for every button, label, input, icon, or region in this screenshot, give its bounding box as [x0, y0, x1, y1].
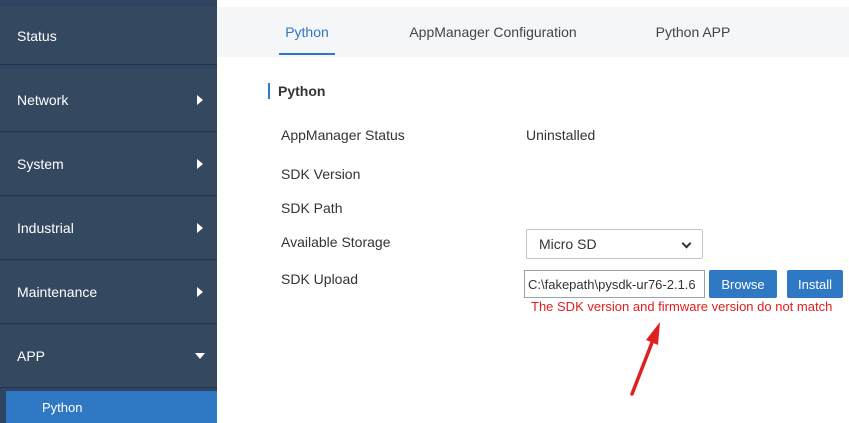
tab-appmanager-configuration[interactable]: AppManager Configuration	[403, 7, 583, 57]
sidebar-item-label: Status	[17, 27, 57, 44]
sidebar-subitem-label: Python	[42, 399, 83, 415]
sidebar-item-label: Network	[17, 92, 69, 108]
sidebar-item-label: Industrial	[17, 220, 74, 236]
sidebar-item-label: System	[17, 156, 64, 172]
sidebar-subitem-python[interactable]: Python	[6, 391, 217, 423]
appmanager-status-value: Uninstalled	[526, 127, 596, 143]
chevron-right-icon	[197, 95, 203, 105]
chevron-down-icon	[195, 353, 205, 359]
annotation-arrow-icon	[630, 322, 660, 396]
sidebar-item-status[interactable]: Status	[0, 7, 217, 65]
sdk-upload-label: SDK Upload	[281, 271, 359, 287]
sidebar-item-system[interactable]: System	[0, 133, 217, 196]
available-storage-label: Available Storage	[281, 234, 391, 250]
chevron-right-icon	[197, 223, 203, 233]
sidebar-item-network[interactable]: Network	[0, 69, 217, 132]
section-title: Python	[278, 83, 326, 99]
tab-bar: Python AppManager Configuration Python A…	[217, 7, 849, 57]
sidebar: Status Network System Industrial Mainten…	[0, 0, 217, 423]
chevron-right-icon	[197, 287, 203, 297]
tab-python-app[interactable]: Python APP	[650, 7, 736, 57]
install-button[interactable]: Install	[787, 270, 843, 298]
sidebar-item-app[interactable]: APP	[0, 325, 217, 388]
available-storage-select[interactable]: Micro SD	[526, 229, 703, 259]
chevron-down-icon	[681, 238, 692, 249]
appmanager-status-label: AppManager Status	[281, 127, 405, 143]
sdk-version-label: SDK Version	[281, 166, 361, 182]
sdk-path-label: SDK Path	[281, 200, 343, 216]
browse-button[interactable]: Browse	[709, 270, 777, 298]
sidebar-item-label: APP	[17, 348, 46, 364]
chevron-right-icon	[197, 159, 203, 169]
sidebar-item-maintenance[interactable]: Maintenance	[0, 261, 217, 324]
sidebar-item-industrial[interactable]: Industrial	[0, 197, 217, 260]
sdk-mismatch-error: The SDK version and firmware version do …	[531, 299, 833, 314]
tab-python[interactable]: Python	[279, 7, 335, 57]
available-storage-value: Micro SD	[539, 236, 597, 252]
sdk-upload-file-input[interactable]: C:\fakepath\pysdk-ur76-2.1.6	[524, 270, 705, 298]
sidebar-item-label: Maintenance	[17, 284, 98, 300]
